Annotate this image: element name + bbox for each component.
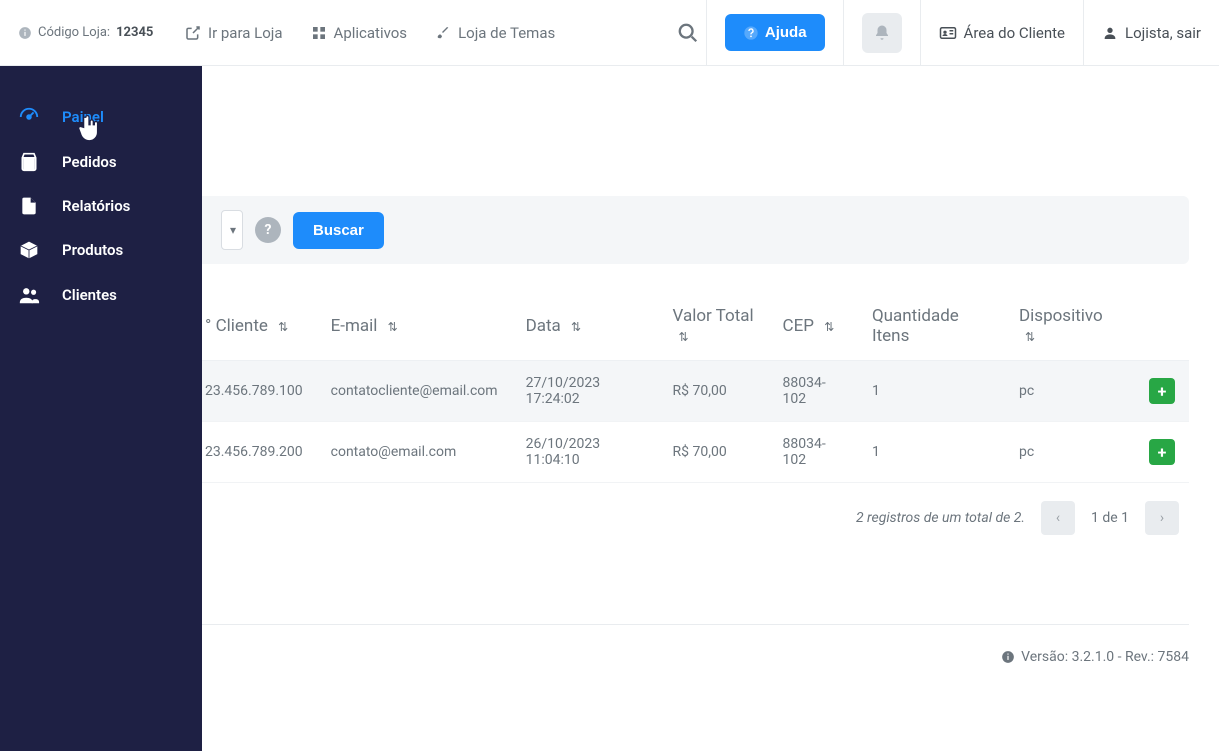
sort-icon: ⇅ [1025,330,1035,344]
help-button-label: Ajuda [765,24,807,41]
cell-valor: R$ 70,00 [659,361,769,422]
sort-icon: ⇅ [824,320,834,334]
filter-bar: ? Buscar [30,196,1189,264]
sidebar: Painel Pedidos Relatórios Produtos Clien… [0,66,202,751]
info-icon [18,26,32,40]
header-links: Ir para Loja Aplicativos Loja de Temas [165,24,670,42]
link-themes-label: Loja de Temas [458,24,555,42]
col-valor-total[interactable]: Valor Total ⇅ [659,292,769,361]
search-button-label: Buscar [313,222,364,239]
store-code-value: 12345 [116,25,153,40]
people-icon [18,284,40,306]
sort-icon: ⇅ [571,320,581,334]
link-logout-label: Lojista, sair [1125,24,1201,42]
expand-row-button[interactable]: + [1149,439,1175,465]
cell-email: contato@email.com [317,422,512,483]
col-data[interactable]: Data ⇅ [512,292,659,361]
sidebar-item-label: Painel [62,108,104,126]
sort-icon: ⇅ [388,320,398,334]
bag-icon [18,152,40,172]
expand-row-button[interactable]: + [1149,378,1175,404]
sort-icon: ⇅ [278,320,288,334]
footer-version: Versão: 3.2.1.0 - Rev.: 7584 [1021,649,1189,665]
sidebar-item-pedidos[interactable]: Pedidos [0,140,202,184]
col-email[interactable]: E-mail ⇅ [317,292,512,361]
user-icon [1102,25,1118,41]
cell-cep: 88034-102 [769,422,858,483]
header: Código Loja: 12345 Ir para Loja Aplicati… [0,0,1219,66]
chevron-right-icon: › [1160,510,1164,526]
help-button[interactable]: Ajuda [725,14,825,51]
sidebar-item-produtos[interactable]: Produtos [0,228,202,272]
col-cep[interactable]: CEP ⇅ [769,292,858,361]
help-icon-label: ? [265,222,272,238]
results-table: ° Cliente ⇅ E-mail ⇅ Data ⇅ Valor Total … [30,292,1189,543]
cell-qtd: 1 [858,422,1005,483]
grid-icon [311,25,327,41]
col-dispositivo[interactable]: Dispositivo⇅ [1005,292,1135,361]
cell-dispositivo: pc [1005,361,1135,422]
link-apps-label: Aplicativos [334,24,408,42]
pagination-page: 1 de 1 [1091,510,1129,526]
gauge-icon [18,106,40,128]
header-notifications[interactable] [843,0,920,66]
sort-icon: ⇅ [679,330,689,344]
sidebar-item-relatorios[interactable]: Relatórios [0,184,202,228]
cell-data: 26/10/2023 11:04:10 [512,422,659,483]
link-client-area-label: Área do Cliente [964,24,1065,42]
header-search[interactable] [670,0,706,66]
link-goto-store-label: Ir para Loja [208,24,283,42]
store-code-area: Código Loja: 12345 [0,25,165,40]
cell-qtd: 1 [858,361,1005,422]
pagination: 2 registros de um total de 2. ‹ 1 de 1 › [30,483,1189,543]
link-logout[interactable]: Lojista, sair [1083,0,1219,66]
sidebar-item-label: Clientes [62,286,117,304]
footer-right: Versão: 3.2.1.0 - Rev.: 7584 [1001,649,1189,665]
id-card-icon [939,24,957,42]
question-circle-icon [743,25,759,41]
link-goto-store[interactable]: Ir para Loja [185,24,283,42]
cell-email: contatocliente@email.com [317,361,512,422]
store-code-label: Código Loja: [38,25,110,40]
search-icon [677,22,699,44]
sidebar-item-label: Produtos [62,241,123,259]
box-icon [18,240,40,260]
brush-icon [435,25,451,41]
footer: de Versão: 3.2.1.0 - Rev.: 7584 [30,624,1189,665]
col-qtd[interactable]: Quantidade Itens [858,292,1005,361]
col-expand [1135,292,1189,361]
header-help-area: Ajuda [706,0,843,66]
sidebar-item-clientes[interactable]: Clientes [0,272,202,318]
link-apps[interactable]: Aplicativos [311,24,408,42]
cell-cep: 88034-102 [769,361,858,422]
search-button[interactable]: Buscar [293,212,384,249]
bell-icon [873,24,891,42]
sidebar-item-label: Pedidos [62,153,117,171]
next-page-button[interactable]: › [1145,501,1179,535]
cell-valor: R$ 70,00 [659,422,769,483]
link-themes[interactable]: Loja de Temas [435,24,555,42]
sidebar-item-label: Relatórios [62,197,130,215]
prev-page-button[interactable]: ‹ [1041,501,1075,535]
table-row: 23.456.789.200 contato@email.com 26/10/2… [30,422,1189,483]
file-icon [18,196,40,216]
table-row: 23.456.789.100 contatocliente@email.com … [30,361,1189,422]
link-client-area[interactable]: Área do Cliente [920,0,1083,66]
filter-select[interactable] [221,210,243,250]
pagination-info: 2 registros de um total de 2. [856,510,1025,526]
filter-help-icon[interactable]: ? [255,217,281,243]
chevron-left-icon: ‹ [1056,510,1060,526]
sidebar-item-painel[interactable]: Painel [0,94,202,140]
info-icon [1001,650,1015,664]
cell-data: 27/10/2023 17:24:02 [512,361,659,422]
external-link-icon [185,25,201,41]
header-right: Ajuda Área do Cliente Lojista, sair [670,0,1219,66]
cell-dispositivo: pc [1005,422,1135,483]
